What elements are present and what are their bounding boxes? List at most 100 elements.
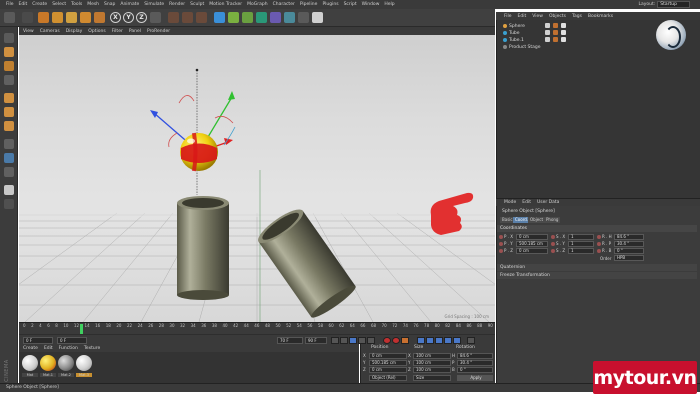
model-mode-icon[interactable] [4, 47, 14, 57]
keyframe-selection-button[interactable] [401, 336, 409, 344]
array-icon[interactable] [256, 12, 267, 23]
cube-icon[interactable] [214, 12, 225, 23]
freeze-transformation-section[interactable]: Freeze Transformation [497, 272, 697, 279]
position-x-field[interactable]: 0 cm [369, 353, 407, 359]
light-icon[interactable] [312, 12, 323, 23]
tube-1-object[interactable] [254, 204, 358, 321]
coordinate-system-icon[interactable] [150, 12, 161, 23]
viewport-menu-filter[interactable]: Filter [112, 29, 123, 34]
bend-deformer-icon[interactable] [270, 12, 281, 23]
attr-position-z-field[interactable]: 0 cm [516, 248, 548, 254]
workplane-mode-icon[interactable] [4, 75, 14, 85]
object-row-tube-1[interactable]: Tube.1 [503, 37, 524, 43]
viewport-menu-panel[interactable]: Panel [129, 29, 141, 34]
rotation-h-field[interactable]: 84.6 ° [457, 353, 493, 359]
phong-tag-icon[interactable] [561, 37, 566, 42]
visibility-dots-icon[interactable] [545, 23, 550, 28]
menu-simulate[interactable]: Simulate [144, 2, 164, 7]
tab-phong[interactable]: Phong [544, 217, 561, 223]
live-selection-icon[interactable] [38, 12, 49, 23]
visibility-dots-icon[interactable] [545, 37, 550, 42]
attribute-menu-edit[interactable]: Edit [522, 200, 531, 205]
texture-mode-icon[interactable] [4, 61, 14, 71]
param-key-button[interactable] [444, 336, 452, 344]
viewport-menu-prorender[interactable]: ProRender [147, 29, 170, 34]
record-button[interactable] [383, 336, 391, 344]
pla-key-button[interactable] [453, 336, 461, 344]
next-key-button[interactable] [358, 336, 366, 344]
subdivision-surface-icon[interactable] [242, 12, 253, 23]
timeline-settings-button[interactable] [467, 336, 475, 344]
undo-icon[interactable] [4, 12, 15, 23]
viewport-menu-display[interactable]: Display [66, 29, 83, 34]
solo-mode-icon[interactable] [4, 153, 14, 163]
start-frame-field[interactable]: 0 F [57, 336, 87, 344]
menu-character[interactable]: Character [273, 2, 295, 7]
material-tag-icon[interactable] [553, 37, 558, 42]
sphere-object[interactable] [180, 132, 218, 172]
preview-max-field[interactable]: 70 F [277, 336, 303, 344]
size-y-field[interactable]: 100 cm [413, 360, 451, 366]
menu-render[interactable]: Render [169, 2, 185, 7]
current-frame-field[interactable]: 0 F [23, 336, 53, 344]
render-view-icon[interactable] [168, 12, 179, 23]
menu-help[interactable]: Help [384, 2, 394, 7]
floor-icon[interactable] [284, 12, 295, 23]
attr-scale-x-field[interactable]: 1 [568, 234, 594, 240]
keyframe-dot-icon[interactable] [551, 249, 555, 253]
redo-icon[interactable] [22, 12, 33, 23]
position-key-button[interactable] [417, 336, 425, 344]
menu-sculpt[interactable]: Sculpt [190, 2, 204, 7]
object-menu-objects[interactable]: Objects [549, 14, 566, 19]
menu-mesh[interactable]: Mesh [87, 2, 99, 7]
snap-icon[interactable] [4, 167, 14, 177]
keyframe-dot-icon[interactable] [499, 235, 503, 239]
attr-rotation-h-field[interactable]: 84.6 ° [614, 234, 644, 240]
last-tool-icon[interactable] [94, 12, 105, 23]
menu-tools[interactable]: Tools [71, 2, 82, 7]
attr-rotation-p-field[interactable]: 30.4 ° [614, 241, 644, 247]
material-tag-icon[interactable] [553, 30, 558, 35]
rotate-tool-icon[interactable] [80, 12, 91, 23]
layout-dropdown[interactable]: Startup [657, 1, 690, 8]
scale-tool-icon[interactable] [66, 12, 77, 23]
menu-pipeline[interactable]: Pipeline [300, 2, 318, 7]
move-tool-icon[interactable] [52, 12, 63, 23]
object-row-tube[interactable]: Tube [503, 30, 520, 36]
object-menu-view[interactable]: View [532, 14, 543, 19]
menu-mograph[interactable]: MoGraph [247, 2, 267, 7]
menu-file[interactable]: File [6, 2, 14, 7]
position-z-field[interactable]: 0 cm [369, 367, 407, 373]
object-menu-file[interactable]: File [504, 14, 512, 19]
polygons-mode-icon[interactable] [4, 121, 14, 131]
material-swatch[interactable] [58, 355, 74, 371]
quaternion-section[interactable]: Quaternion [497, 264, 697, 271]
material-menu-function[interactable]: Function [59, 346, 78, 351]
play-button[interactable] [349, 336, 357, 344]
edges-mode-icon[interactable] [4, 107, 14, 117]
material-menu-texture[interactable]: Texture [84, 346, 100, 351]
attr-rotation-b-field[interactable]: 0 ° [614, 248, 644, 254]
object-row-sphere[interactable]: Sphere [503, 23, 525, 29]
spline-pen-icon[interactable] [228, 12, 239, 23]
object-menu-tags[interactable]: Tags [572, 14, 582, 19]
phong-tag-icon[interactable] [561, 30, 566, 35]
material-menu-edit[interactable]: Edit [44, 346, 53, 351]
grid-icon[interactable] [4, 199, 14, 209]
x-axis-lock-button[interactable]: X [110, 12, 121, 23]
menu-script[interactable]: Script [344, 2, 357, 7]
menu-plugins[interactable]: Plugins [322, 2, 338, 7]
make-editable-icon[interactable] [4, 33, 14, 43]
menu-snap[interactable]: Snap [104, 2, 115, 7]
render-settings-icon[interactable] [196, 12, 207, 23]
attr-scale-z-field[interactable]: 1 [568, 248, 594, 254]
rotation-order-dropdown[interactable]: HPB [614, 255, 644, 261]
apply-button[interactable]: Apply [457, 375, 493, 381]
material-swatch[interactable] [40, 355, 56, 371]
viewport-menu-view[interactable]: View [23, 29, 34, 34]
rotation-b-field[interactable]: 0 ° [457, 367, 493, 373]
rotation-key-button[interactable] [435, 336, 443, 344]
size-x-field[interactable]: 100 cm [413, 353, 451, 359]
layout-selector[interactable]: Layout: Startup [638, 1, 690, 8]
3d-viewport[interactable]: Grid Spacing : 100 cm [19, 35, 495, 322]
